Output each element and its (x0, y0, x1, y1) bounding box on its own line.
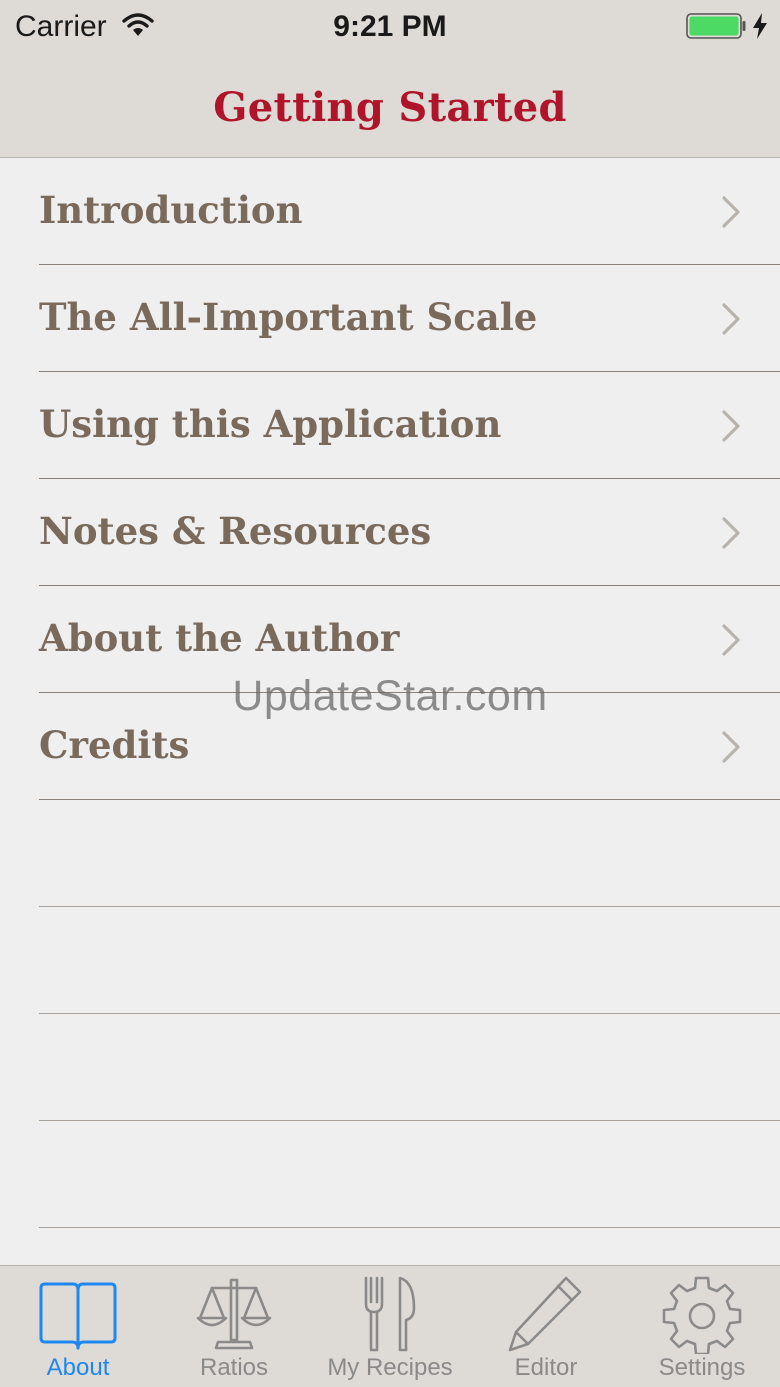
list-item-label: Introduction (39, 188, 303, 232)
tab-editor[interactable]: Editor (468, 1266, 624, 1387)
list-item-using-this-application[interactable]: Using this Application (0, 372, 780, 479)
status-bar: Carrier 9:21 PM (0, 0, 780, 56)
list-item-notes-resources[interactable]: Notes & Resources (0, 479, 780, 586)
tab-bar: About Ratios My Recipes Editor Settings (0, 1265, 780, 1387)
list-item-about-the-author[interactable]: About the Author (0, 586, 780, 693)
battery-icon (686, 13, 746, 39)
chevron-right-icon (722, 624, 740, 656)
list-item-label: The All-Important Scale (39, 295, 538, 339)
tab-my-recipes[interactable]: My Recipes (312, 1266, 468, 1387)
list-item-introduction[interactable]: Introduction (0, 158, 780, 265)
tab-label: Settings (658, 1354, 746, 1381)
list-item-label: Credits (39, 723, 190, 767)
charging-bolt-icon (753, 13, 767, 39)
tab-label: About (46, 1354, 110, 1381)
tab-label: Ratios (199, 1354, 269, 1381)
gear-icon (662, 1276, 742, 1354)
list-item-label: About the Author (39, 616, 400, 660)
tab-settings[interactable]: Settings (624, 1266, 780, 1387)
getting-started-list: Introduction The All-Important Scale Usi… (0, 158, 780, 1228)
book-icon (39, 1282, 117, 1350)
empty-row (0, 1121, 780, 1228)
empty-row (0, 1014, 780, 1121)
tab-label: Editor (514, 1354, 578, 1381)
chevron-right-icon (722, 410, 740, 442)
scale-icon (196, 1278, 272, 1350)
empty-row (0, 800, 780, 907)
list-item-label: Notes & Resources (39, 509, 432, 553)
navigation-header: Carrier 9:21 PM Getting Started (0, 0, 780, 158)
page-title: Getting Started (213, 84, 567, 131)
chevron-right-icon (722, 517, 740, 549)
tab-about[interactable]: About (0, 1266, 156, 1387)
chevron-right-icon (722, 303, 740, 335)
chevron-right-icon (722, 196, 740, 228)
list-item-credits[interactable]: Credits (0, 693, 780, 800)
list-item-label: Using this Application (39, 402, 502, 446)
clock-time: 9:21 PM (333, 10, 447, 43)
list-item-all-important-scale[interactable]: The All-Important Scale (0, 265, 780, 372)
fork-knife-icon (364, 1276, 416, 1352)
pencil-icon (508, 1276, 582, 1352)
tab-label: My Recipes (327, 1354, 453, 1381)
empty-row (0, 907, 780, 1014)
tab-ratios[interactable]: Ratios (156, 1266, 312, 1387)
chevron-right-icon (722, 731, 740, 763)
